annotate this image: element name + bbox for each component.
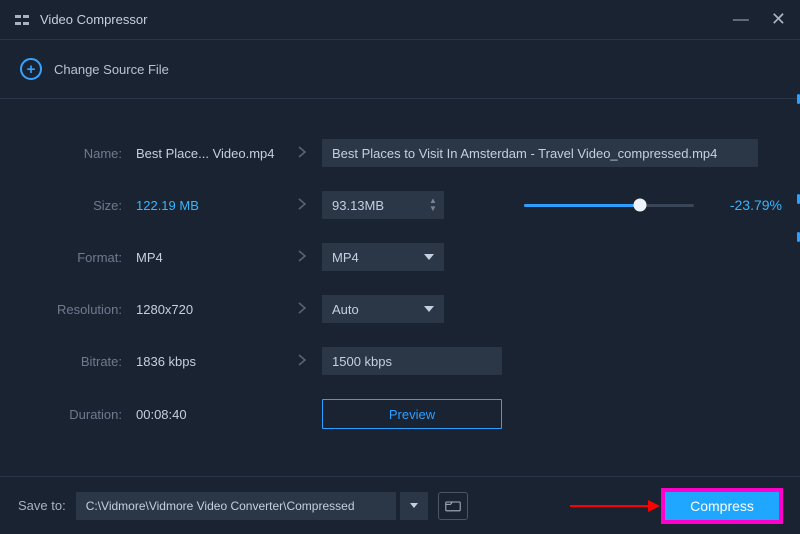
row-name: Name: Best Place... Video.mp4 Best Place… (30, 139, 770, 167)
minimize-button[interactable]: — (733, 11, 749, 29)
compress-button[interactable]: Compress (662, 489, 782, 523)
window-title: Video Compressor (40, 12, 733, 27)
name-target-text: Best Places to Visit In Amsterdam - Trav… (332, 146, 717, 161)
name-target-input[interactable]: Best Places to Visit In Amsterdam - Trav… (322, 139, 758, 167)
slider-fill (524, 204, 640, 207)
bitrate-label: Bitrate: (30, 354, 122, 369)
save-path-input[interactable]: C:\Vidmore\Vidmore Video Converter\Compr… (76, 492, 396, 520)
slider-thumb[interactable] (633, 199, 646, 212)
close-button[interactable]: ✕ (771, 9, 786, 30)
plus-circle-icon: + (20, 58, 42, 80)
caret-down-icon (424, 254, 434, 260)
row-size: Size: 122.19 MB 93.13MB ▲ ▼ -23.79% (30, 191, 770, 219)
chevron-right-icon (282, 145, 322, 162)
footer-bar: Save to: C:\Vidmore\Vidmore Video Conver… (0, 476, 800, 534)
bitrate-source-value: 1836 kbps (122, 354, 282, 369)
row-resolution: Resolution: 1280x720 Auto (30, 295, 770, 323)
caret-down-icon (410, 503, 418, 508)
open-folder-button[interactable] (438, 492, 468, 520)
duration-label: Duration: (30, 407, 122, 422)
save-to-label: Save to: (18, 498, 66, 513)
spinner-down-icon[interactable]: ▼ (429, 205, 437, 213)
size-spinner[interactable]: ▲ ▼ (426, 193, 440, 217)
row-bitrate: Bitrate: 1836 kbps 1500 kbps (30, 347, 770, 375)
resolution-label: Resolution: (30, 302, 122, 317)
app-icon (14, 12, 30, 28)
resolution-source-value: 1280x720 (122, 302, 282, 317)
row-format: Format: MP4 MP4 (30, 243, 770, 271)
bitrate-target-input[interactable]: 1500 kbps (322, 347, 502, 375)
preview-button-label: Preview (389, 407, 435, 422)
chevron-right-icon (282, 197, 322, 214)
change-source-label: Change Source File (54, 62, 169, 77)
size-target-input[interactable]: 93.13MB ▲ ▼ (322, 191, 444, 219)
change-source-row[interactable]: + Change Source File (0, 40, 800, 99)
main-form: Name: Best Place... Video.mp4 Best Place… (0, 99, 800, 473)
row-duration: Duration: 00:08:40 Preview (30, 399, 770, 429)
compress-button-label: Compress (690, 498, 754, 514)
bitrate-target-text: 1500 kbps (332, 354, 392, 369)
format-target-text: MP4 (332, 250, 359, 265)
chevron-right-icon (282, 301, 322, 318)
name-source-value: Best Place... Video.mp4 (122, 146, 282, 161)
annotation-arrow (570, 498, 660, 514)
caret-down-icon (424, 306, 434, 312)
resolution-target-text: Auto (332, 302, 359, 317)
size-slider[interactable] (524, 204, 694, 207)
resolution-select[interactable]: Auto (322, 295, 444, 323)
save-path-dropdown[interactable] (400, 492, 428, 520)
title-bar: Video Compressor — ✕ (0, 0, 800, 40)
preview-button[interactable]: Preview (322, 399, 502, 429)
chevron-right-icon (282, 353, 322, 370)
format-select[interactable]: MP4 (322, 243, 444, 271)
format-source-value: MP4 (122, 250, 282, 265)
chevron-right-icon (282, 249, 322, 266)
size-target-text: 93.13MB (332, 198, 384, 213)
format-label: Format: (30, 250, 122, 265)
name-label: Name: (30, 146, 122, 161)
size-source-value: 122.19 MB (122, 198, 282, 213)
duration-value: 00:08:40 (122, 407, 282, 422)
folder-icon (445, 500, 461, 512)
save-path-text: C:\Vidmore\Vidmore Video Converter\Compr… (86, 499, 355, 513)
size-delta-percent: -23.79% (712, 197, 782, 213)
size-label: Size: (30, 198, 122, 213)
